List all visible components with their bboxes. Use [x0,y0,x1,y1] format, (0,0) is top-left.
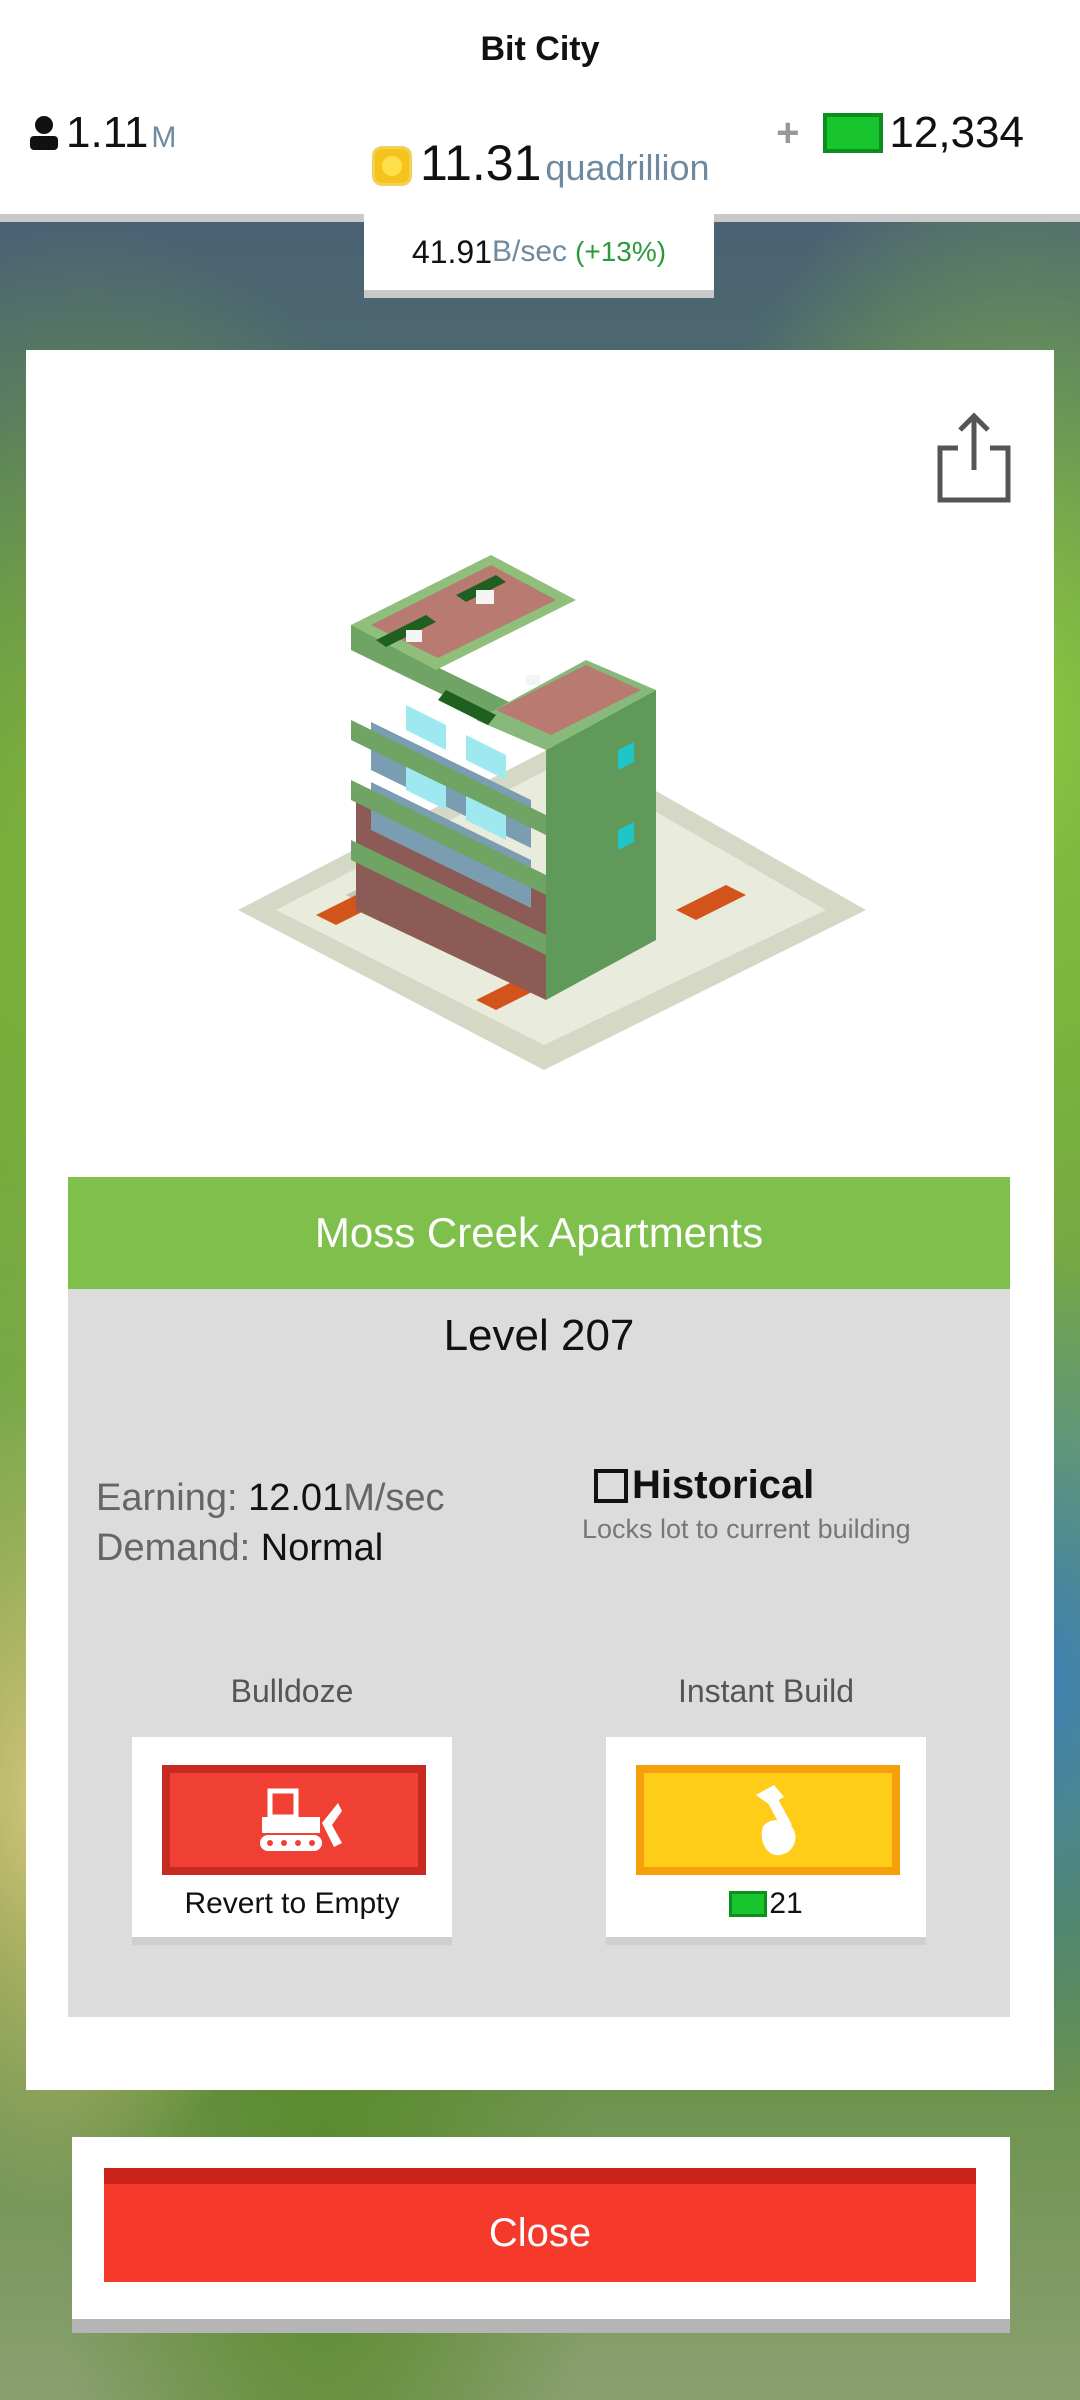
bulldozer-icon [260,1788,342,1851]
city-name: Bit City [480,30,600,68]
person-icon [30,116,58,150]
coin-icon [372,146,412,186]
bux-balance[interactable]: + 12,334 [776,108,1024,158]
coin-value: 11.31 [420,135,542,191]
earning-label: Earning: [96,1477,238,1519]
instant-build-button[interactable]: 21 [606,1737,926,1945]
historical-label: Historical [632,1463,815,1507]
building-illustration [238,555,866,1070]
bulldoze-button[interactable]: Revert to Empty [132,1737,452,1945]
building-level: Level 207 [443,1311,635,1360]
historical-checkbox[interactable] [594,1468,628,1503]
buy-bux-plus-icon[interactable]: + [776,111,799,156]
bulldoze-title: Bulldoze [230,1673,354,1709]
close-bar: Close [72,2137,1010,2333]
coin-unit: quadrillion [545,147,710,188]
share-icon[interactable] [936,408,1012,504]
green-bux-icon [823,113,884,153]
instant-build-title: Instant Build [677,1673,855,1709]
earning-unit: M/sec [343,1477,445,1519]
income-unit: B/sec [492,235,568,268]
hammer-icon [756,1785,796,1856]
population-unit: M [151,121,177,154]
close-button[interactable]: Close [104,2168,976,2282]
bulldoze-caption: Revert to Empty [184,1887,400,1920]
instant-build-cost-value: 21 [769,1887,803,1920]
top-bar: Bit City 1.11 M 11.31 quadrillion + 12,3… [0,0,1080,222]
population-stat: 1.11 M [28,108,176,158]
population-value: 1.11 [66,108,149,157]
historical-description: Locks lot to current building [582,1514,911,1544]
earning-row: Earning: 12.01M/sec [96,1473,445,1523]
instant-build-icon-frame [636,1765,900,1875]
building-name: Moss Creek Apartments [68,1177,1010,1289]
income-value: 41.91 [411,233,492,270]
instant-build-cost: 21 [606,1887,926,1921]
historical-toggle[interactable]: Historical [594,1463,911,1508]
income-rate: 41.91 B/sec (+13%) [364,214,714,298]
demand-value: Normal [260,1527,384,1569]
building-stats: Earning: 12.01M/sec Demand: Normal [96,1473,445,1573]
demand-label: Demand: [96,1527,251,1569]
bulldoze-icon-frame [162,1765,426,1875]
coin-balance: 11.31 quadrillion [372,134,710,192]
demand-row: Demand: Normal [96,1523,445,1573]
green-bux-icon [729,1891,768,1917]
historical-option: Historical Locks lot to current building [582,1463,911,1545]
building-details-panel: Moss Creek Apartments Level 207 Earning:… [68,1177,1010,2017]
income-change: (+13%) [575,236,667,267]
bux-value: 12,334 [889,108,1024,157]
earning-value: 12.01 [248,1477,344,1519]
building-info-card: Moss Creek Apartments Level 207 Earning:… [26,350,1054,2090]
